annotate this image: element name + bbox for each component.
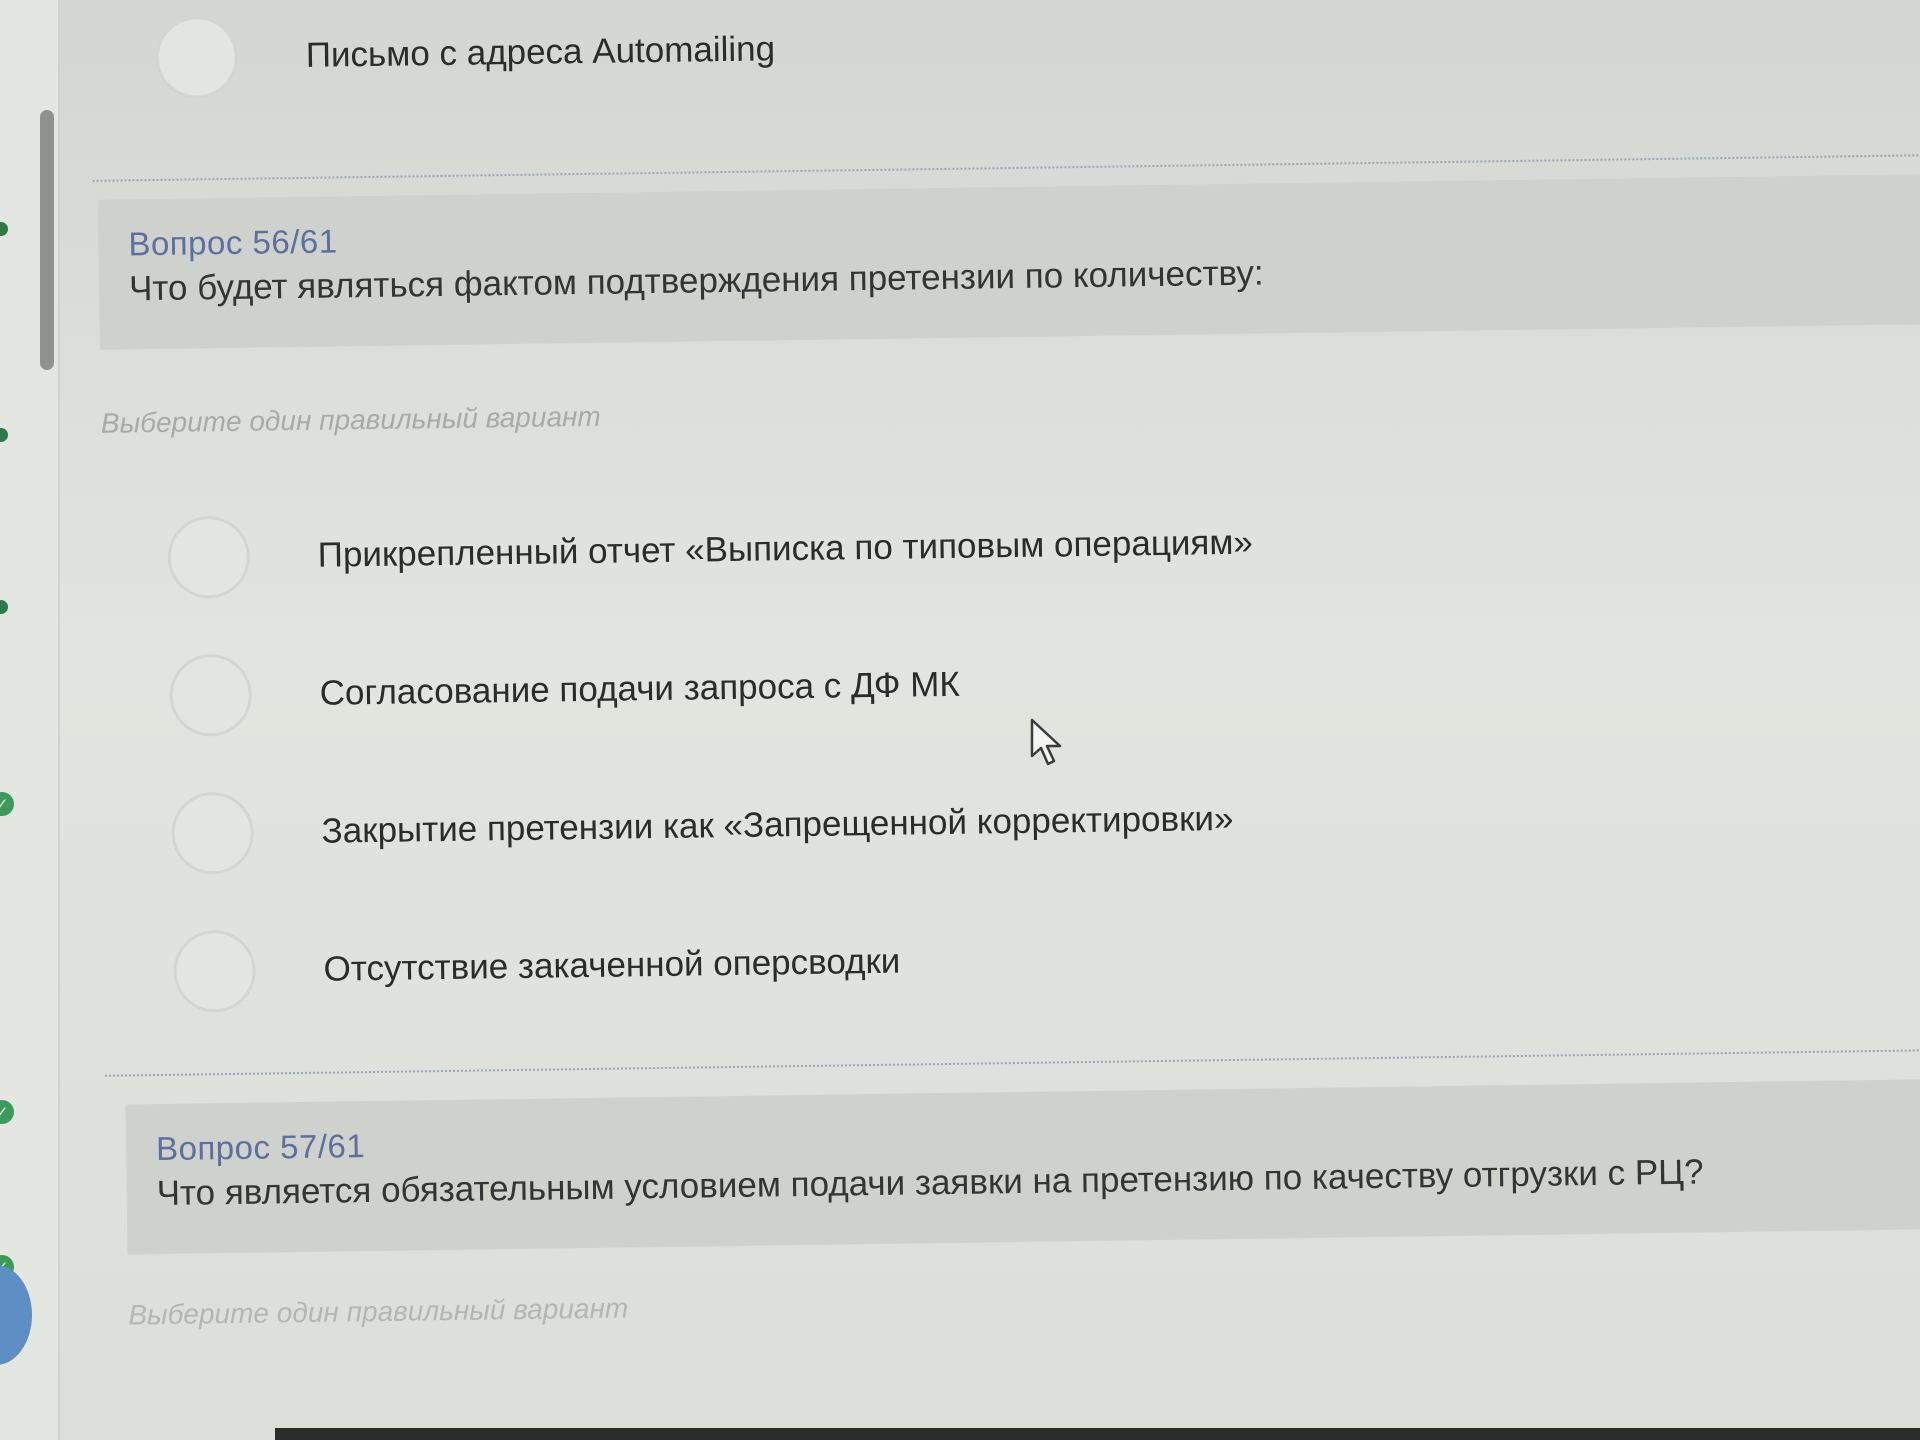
answer-option[interactable]: Закрытие претензии как «Запрещенной корр… <box>171 750 1258 903</box>
check-circle-icon[interactable] <box>0 600 8 614</box>
rail-scrollbar[interactable] <box>40 110 54 370</box>
radio-button[interactable] <box>155 15 239 99</box>
radio-button[interactable] <box>171 791 255 875</box>
answer-option[interactable]: Прикрепленный отчет «Выписка по типовым … <box>167 474 1254 627</box>
answer-option-label: Прикрепленный отчет «Выписка по типовым … <box>317 522 1254 575</box>
answer-option-label: Письмо с адреса Automailing <box>305 29 776 75</box>
answer-option-label: Отсутствие закаченной оперсводки <box>323 941 901 989</box>
answer-options: Прикрепленный отчет «Выписка по типовым … <box>167 474 1260 1041</box>
answer-option[interactable]: Письмо с адреса Automailing <box>155 8 775 99</box>
radio-button[interactable] <box>167 515 251 599</box>
question-header: Вопрос 57/61 Что является обязательным у… <box>125 1078 1920 1255</box>
radio-button[interactable] <box>169 653 253 737</box>
check-circle-icon[interactable] <box>0 222 8 236</box>
questions-list: Письмо с адреса Automailing Вопрос 56/61… <box>80 0 1920 1420</box>
question-header: Вопрос 56/61 Что будет являться фактом п… <box>97 174 1920 350</box>
answer-option[interactable]: Согласование подачи запроса с ДФ МК <box>169 612 1256 765</box>
question-divider <box>105 1049 1920 1077</box>
mouse-pointer-icon <box>1030 718 1062 766</box>
rail-current-marker[interactable] <box>0 1265 32 1365</box>
question-progress-rail: ✓ ✓ ✓ <box>0 0 60 1440</box>
answer-option-label: Согласование подачи запроса с ДФ МК <box>319 664 961 713</box>
question-hint: Выберите один правильный вариант <box>128 1292 629 1331</box>
answer-option-label: Закрытие претензии как «Запрещенной корр… <box>321 798 1234 851</box>
check-circle-icon[interactable]: ✓ <box>0 1100 14 1124</box>
check-circle-icon[interactable]: ✓ <box>0 792 14 816</box>
screen-bezel <box>275 1428 1920 1440</box>
check-circle-icon[interactable] <box>0 428 8 442</box>
radio-button[interactable] <box>173 929 257 1013</box>
quiz-page: ✓ ✓ ✓ Письмо с адреса Automailing Вопрос… <box>0 0 1920 1440</box>
answer-option[interactable]: Отсутствие закаченной оперсводки <box>173 888 1260 1041</box>
question-hint: Выберите один правильный вариант <box>100 400 601 439</box>
